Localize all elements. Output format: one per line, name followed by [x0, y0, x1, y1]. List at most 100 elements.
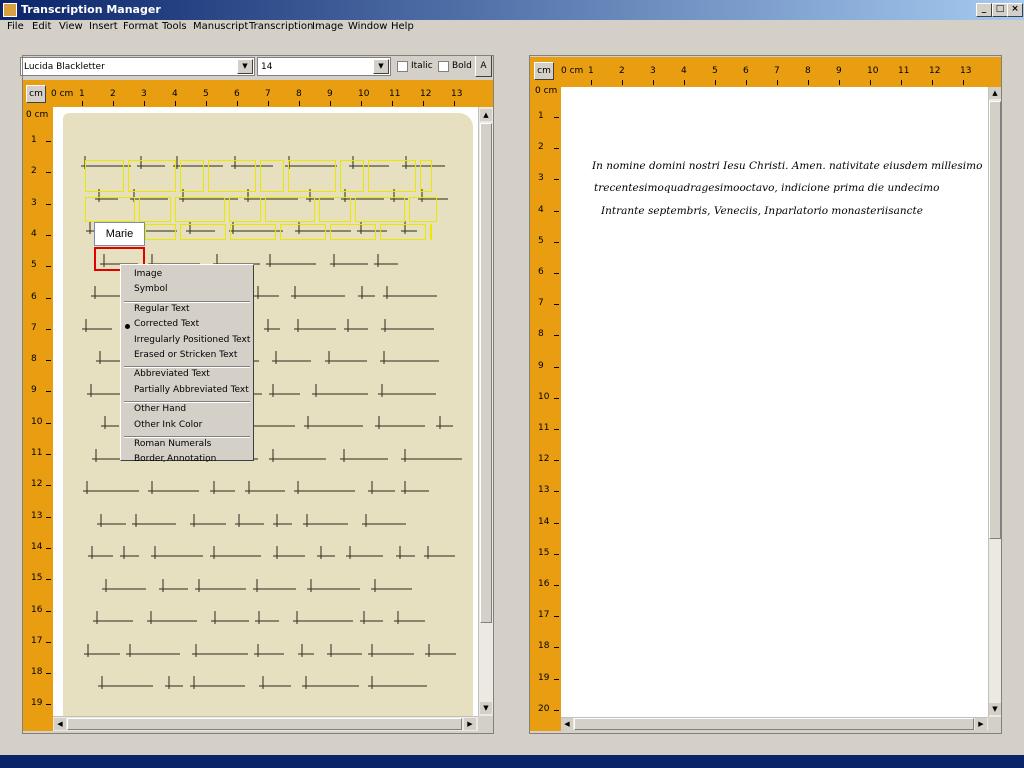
word-box[interactable]	[260, 160, 284, 192]
left-h-tick-label: 4	[172, 89, 178, 99]
right-horizontal-scrollbar[interactable]: ◀ ▶	[561, 717, 988, 730]
right-unit-button[interactable]: cm	[534, 62, 554, 80]
context-menu-item[interactable]: Irregularly Positioned Text	[134, 335, 250, 345]
context-menu-item[interactable]: Abbreviated Text	[134, 369, 210, 379]
context-menu-item[interactable]: Image	[134, 269, 162, 279]
left-horizontal-scrollbar[interactable]: ◀ ▶	[53, 716, 478, 731]
transcription-line[interactable]: trecentesimoquadragesimooctavo, indicion…	[594, 182, 939, 194]
right-v-tick-label: 17	[538, 610, 550, 621]
transcription-line[interactable]: In nomine domini nostri Iesu Christi. Am…	[592, 160, 982, 172]
right-h-tick	[963, 80, 964, 85]
handwriting-ascender	[105, 578, 107, 592]
word-box[interactable]	[139, 197, 171, 222]
arrow-up-icon[interactable]: ▲	[480, 109, 492, 121]
word-box[interactable]	[85, 197, 135, 222]
right-h-tick-label: 2	[619, 66, 625, 76]
right-h-tick-label: 6	[743, 66, 749, 76]
word-box[interactable]	[420, 160, 432, 192]
menu-separator	[124, 300, 250, 303]
word-box[interactable]	[180, 224, 226, 240]
word-box[interactable]	[409, 197, 437, 222]
word-box[interactable]	[265, 197, 315, 222]
handwriting-stroke	[272, 360, 311, 362]
left-v-tick-label: 3	[31, 197, 37, 208]
context-menu-item[interactable]: Roman Numerals	[134, 439, 211, 449]
context-menu-item[interactable]: Partially Abbreviated Text	[134, 385, 249, 395]
arrow-right-icon[interactable]: ▶	[975, 718, 987, 730]
word-box[interactable]	[128, 160, 176, 192]
handwriting-stroke	[269, 457, 326, 460]
word-box[interactable]	[380, 224, 426, 240]
left-h-tick-label: 5	[203, 89, 209, 99]
handwriting-stroke	[84, 652, 120, 655]
word-box[interactable]	[208, 160, 256, 192]
word-box[interactable]	[175, 197, 225, 222]
context-menu-item[interactable]: Symbol	[134, 284, 168, 294]
arrow-up-icon[interactable]: ▲	[989, 87, 1001, 99]
word-box[interactable]	[180, 160, 204, 192]
left-v-tick	[46, 297, 51, 299]
left-hscroll-thumb[interactable]	[67, 718, 462, 730]
menu-tools[interactable]: Tools	[162, 21, 187, 32]
word-box[interactable]	[230, 224, 276, 240]
left-v-tick	[46, 266, 51, 268]
menu-insert[interactable]: Insert	[89, 21, 118, 32]
arrow-right-icon[interactable]: ▶	[464, 718, 476, 730]
right-vertical-scrollbar[interactable]: ▲ ▼	[988, 87, 1001, 717]
handwriting-stroke	[195, 587, 246, 590]
word-box[interactable]	[330, 224, 376, 240]
handwriting-ascender	[343, 448, 345, 462]
menu-bar: File Edit View Insert Format Tools Manus…	[0, 20, 1024, 36]
handwriting-stroke	[325, 360, 367, 362]
right-h-tick-label: 3	[650, 66, 656, 76]
context-menu-item[interactable]: Other Ink Color	[134, 420, 202, 430]
left-v-tick-label: 9	[31, 385, 37, 396]
transcription-line[interactable]: Intrante septembris, Veneciis, Inparlato…	[601, 205, 923, 217]
right-v-tick	[554, 460, 559, 462]
handwriting-stroke	[383, 295, 437, 297]
arrow-left-icon[interactable]: ◀	[54, 718, 66, 730]
word-box[interactable]	[340, 160, 364, 192]
word-box[interactable]	[355, 197, 405, 222]
context-menu-item[interactable]: Border Annotation	[134, 454, 216, 464]
menu-format[interactable]: Format	[123, 21, 158, 32]
word-box[interactable]	[319, 197, 351, 222]
menu-manuscript[interactable]: Manuscript	[193, 21, 248, 32]
menu-image[interactable]: Image	[312, 21, 343, 32]
arrow-left-icon[interactable]: ◀	[561, 718, 573, 730]
arrow-down-icon[interactable]: ▼	[989, 703, 1001, 715]
word-box[interactable]	[430, 224, 432, 240]
transcription-page[interactable]: In nomine domini nostri Iesu Christi. Am…	[561, 87, 988, 717]
right-v-tick-label: 14	[538, 516, 550, 527]
menu-window[interactable]: Window	[348, 21, 387, 32]
handwriting-ascender	[100, 513, 102, 527]
word-box[interactable]	[229, 197, 261, 222]
left-unit-button[interactable]: cm	[26, 85, 46, 103]
context-menu-item[interactable]: Erased or Stricken Text	[134, 350, 237, 360]
right-vscroll-thumb[interactable]	[989, 101, 1001, 539]
left-vscroll-thumb[interactable]	[480, 123, 492, 623]
word-box[interactable]	[288, 160, 336, 192]
menu-edit[interactable]: Edit	[32, 21, 51, 32]
left-h-origin-label: 0 cm	[51, 89, 74, 99]
context-menu-item[interactable]: Regular Text	[134, 304, 190, 314]
word-input[interactable]: Marie	[94, 222, 145, 246]
close-button[interactable]: ×	[1007, 3, 1023, 17]
right-h-tick-label: 12	[929, 66, 941, 76]
arrow-down-icon[interactable]: ▼	[480, 702, 492, 714]
word-box[interactable]	[368, 160, 416, 192]
menu-view[interactable]: View	[59, 21, 83, 32]
word-box[interactable]	[145, 224, 176, 240]
menu-transcription[interactable]: Transcription	[249, 21, 313, 32]
right-hscroll-thumb[interactable]	[574, 718, 974, 730]
menu-help[interactable]: Help	[391, 21, 414, 32]
word-box[interactable]	[85, 160, 124, 192]
context-menu-item[interactable]: Other Hand	[134, 404, 186, 414]
menu-file[interactable]: File	[7, 21, 24, 32]
maximize-button[interactable]: □	[992, 3, 1008, 17]
context-menu-item[interactable]: Corrected Text	[134, 319, 199, 329]
handwriting-ascender	[404, 481, 406, 494]
minimize-button[interactable]: _	[976, 3, 992, 17]
word-box[interactable]	[280, 224, 326, 240]
left-vertical-scrollbar[interactable]: ▲ ▼	[478, 107, 493, 716]
